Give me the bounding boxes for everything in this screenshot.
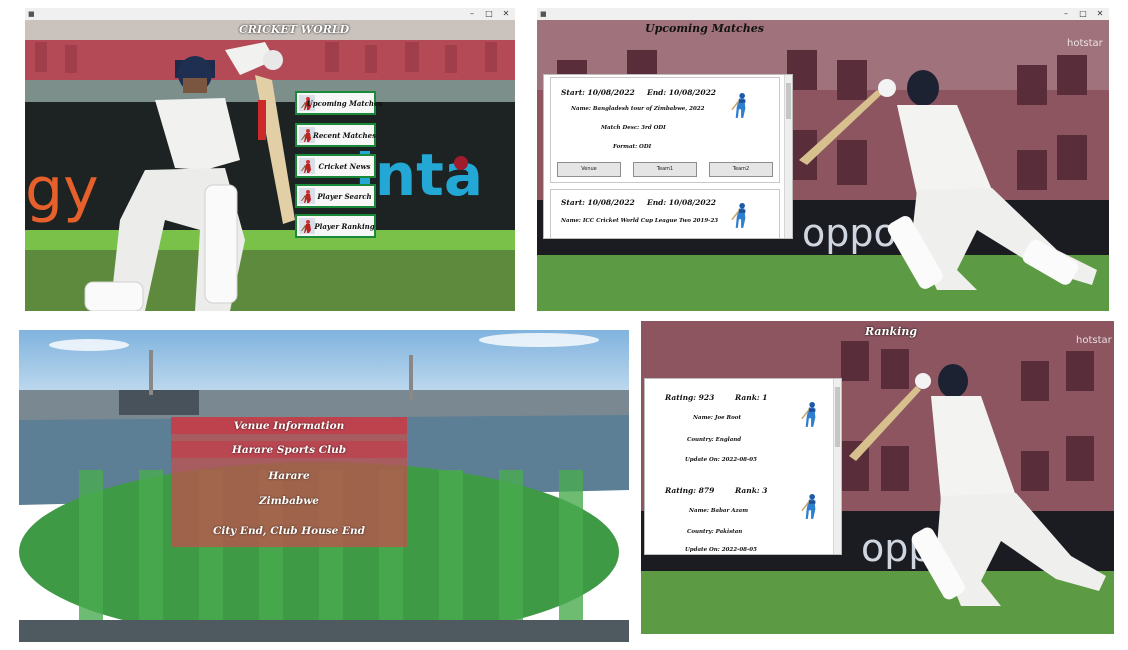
- title-bar: ■ – □ ✕: [25, 8, 515, 20]
- player-country: Country: Pakistan: [687, 529, 743, 535]
- batsman-image: [799, 493, 821, 521]
- scrollbar-thumb[interactable]: [786, 83, 791, 119]
- page-title: Ranking: [865, 325, 918, 338]
- scrollbar[interactable]: [833, 379, 841, 554]
- ranking-window: oppo hotstar Ranking Rating: 923 Rank: 1…: [641, 321, 1114, 634]
- button-label: Upcoming Matches: [306, 98, 383, 108]
- batsman-image: [729, 202, 751, 230]
- maximize-button[interactable]: □: [1076, 8, 1090, 20]
- venue-info-overlay: Venue Information Harare Sports Club Har…: [171, 417, 407, 547]
- button-label: Player Search: [317, 191, 372, 201]
- matches-list-panel[interactable]: Start: 10/08/2022 End: 10/08/2022 Name: …: [543, 74, 793, 239]
- minimize-button[interactable]: –: [1059, 8, 1073, 20]
- player-update-date: Update On: 2022-08-05: [685, 547, 757, 553]
- match-desc: Match Desc: 3rd ODI: [601, 125, 666, 131]
- match-card: Start: 10/08/2022 End: 10/08/2022 Name: …: [550, 189, 780, 238]
- match-end-date: End: 10/08/2022: [647, 198, 717, 207]
- match-card: Start: 10/08/2022 End: 10/08/2022 Name: …: [550, 77, 780, 183]
- venue-info-title: Venue Information: [171, 417, 407, 434]
- ranking-list-panel[interactable]: Rating: 923 Rank: 1 Name: Joe Root Count…: [644, 378, 842, 555]
- sponsor-banner-text: oppo: [802, 211, 897, 255]
- scrollbar-thumb[interactable]: [835, 387, 840, 447]
- batsman-image: [799, 401, 821, 429]
- minimize-button[interactable]: –: [465, 8, 479, 20]
- button-label: Player Ranking: [314, 221, 375, 231]
- app-title: CRICKET WORLD: [239, 23, 350, 36]
- close-button[interactable]: ✕: [499, 8, 513, 20]
- player-rank: Rank: 3: [735, 486, 768, 495]
- venue-window: Venue Information Harare Sports Club Har…: [19, 330, 629, 642]
- player-rank: Rank: 1: [735, 393, 768, 402]
- player-rank-card: Rating: 923 Rank: 1 Name: Joe Root Count…: [647, 381, 831, 481]
- broadcaster-watermark: hotstar: [1067, 38, 1104, 49]
- upcoming-matches-window: ■ – □ ✕ oppo hotstar Upcoming Matches St…: [537, 8, 1109, 311]
- match-start-date: Start: 10/08/2022: [561, 198, 635, 207]
- broadcaster-watermark: hotstar: [1076, 335, 1113, 346]
- recent-matches-button[interactable]: Recent Matches: [295, 123, 376, 147]
- player-rank-card: Rating: 879 Rank: 3 Name: Babar Azam Cou…: [647, 481, 831, 554]
- scrollbar[interactable]: [784, 75, 792, 238]
- cricket-news-button[interactable]: Cricket News: [295, 154, 376, 178]
- venue-button[interactable]: Venue: [557, 162, 621, 177]
- team2-button[interactable]: Team2: [709, 162, 773, 177]
- home-window: ■ – □ ✕ gy inta CRICKET WORLD Upcoming M…: [25, 8, 515, 311]
- player-country: Country: England: [687, 437, 742, 443]
- app-icon: ■: [540, 10, 547, 18]
- player-update-date: Update On: 2022-08-05: [685, 457, 757, 463]
- team1-button[interactable]: Team1: [633, 162, 697, 177]
- match-start-date: Start: 10/08/2022: [561, 88, 635, 97]
- player-search-button[interactable]: Player Search: [295, 184, 376, 208]
- batsman-image: [729, 92, 751, 120]
- upcoming-matches-button[interactable]: Upcoming Matches: [295, 91, 383, 115]
- batsman-thumbnail-icon: [299, 158, 315, 174]
- venue-ends: City End, Club House End: [212, 524, 365, 537]
- player-name: Name: Babar Azam: [689, 508, 749, 514]
- venue-city: Harare: [268, 469, 310, 482]
- venue-country: Zimbabwe: [259, 494, 319, 507]
- background-text-left: gy: [25, 155, 99, 225]
- maximize-button[interactable]: □: [482, 8, 496, 20]
- title-bar: ■ – □ ✕: [537, 8, 1109, 20]
- app-icon: ■: [28, 10, 35, 18]
- page-title: Upcoming Matches: [645, 22, 764, 35]
- button-label: Cricket News: [318, 161, 371, 171]
- batsman-thumbnail-icon: [299, 188, 315, 204]
- match-name: Name: ICC Cricket World Cup League Two 2…: [561, 218, 719, 224]
- venue-stadium-name: Harare Sports Club: [171, 441, 407, 458]
- player-name: Name: Joe Root: [693, 415, 741, 421]
- player-rating: Rating: 923: [665, 393, 715, 402]
- batsman-thumbnail-icon: [299, 218, 315, 234]
- match-end-date: End: 10/08/2022: [647, 88, 717, 97]
- close-button[interactable]: ✕: [1093, 8, 1107, 20]
- cricketer-background-image: gy inta: [25, 20, 515, 311]
- match-name: Name: Bangladesh tour of Zimbabwe, 2022: [571, 106, 705, 112]
- button-label: Recent Matches: [313, 130, 377, 140]
- player-rating: Rating: 879: [665, 486, 715, 495]
- match-format: Format: ODI: [613, 144, 652, 150]
- player-ranking-button[interactable]: Player Ranking: [295, 214, 376, 238]
